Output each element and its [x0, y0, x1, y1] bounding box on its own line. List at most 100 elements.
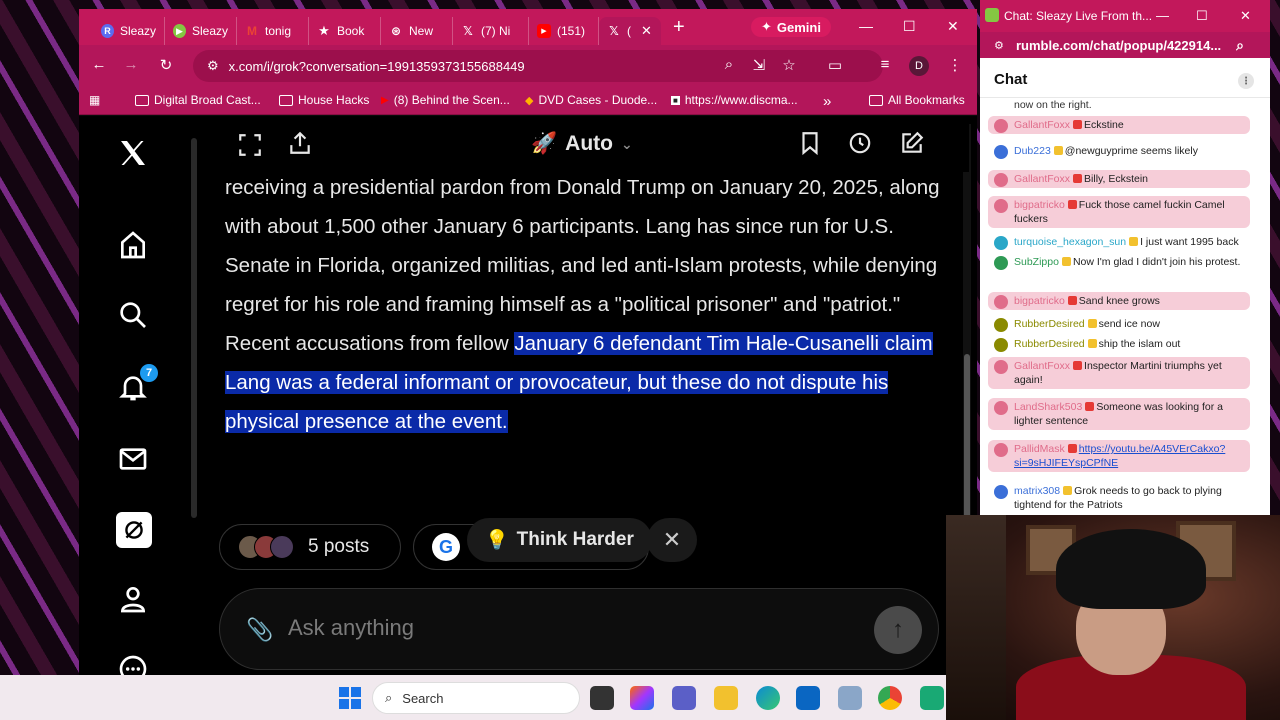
tab-x-notifications[interactable]: 𝕏 (7) Ni — [453, 17, 529, 45]
tab-sleazy-1[interactable]: R Sleazy — [93, 17, 165, 45]
more-circle-icon[interactable] — [116, 652, 150, 675]
reading-mode-icon[interactable]: ▭ — [825, 56, 845, 74]
zoom-icon[interactable]: ⌕ — [1236, 37, 1244, 54]
user-avatar[interactable] — [994, 256, 1008, 270]
user-avatar[interactable] — [994, 443, 1008, 457]
file-explorer-icon[interactable] — [714, 686, 738, 710]
page-scrollbar-thumb[interactable] — [964, 354, 970, 534]
app-icon[interactable] — [920, 686, 944, 710]
site-settings-icon[interactable]: ⚙ — [207, 58, 219, 74]
chat-username[interactable]: bigpatricko — [1014, 199, 1065, 211]
copilot-icon[interactable] — [630, 686, 654, 710]
tab-x-grok-active[interactable]: 𝕏 ( ✕ — [599, 17, 661, 45]
bookmark-digital-broadcast[interactable]: Digital Broad Cast... — [135, 93, 261, 107]
sidebar-scrollbar[interactable] — [191, 138, 197, 518]
close-window-icon[interactable]: ✕ — [1240, 8, 1251, 24]
user-avatar[interactable] — [994, 119, 1008, 133]
bookmarks-overflow-button[interactable]: » — [823, 93, 831, 110]
tab-gmail[interactable]: M tonig — [237, 17, 309, 45]
tab-youtube[interactable]: ▶ (151) — [529, 17, 599, 45]
bookmark-star-icon[interactable]: ☆ — [779, 56, 799, 74]
chat-message-list[interactable]: now on the right. GallantFoxx Eckstine Dub… — [988, 98, 1260, 515]
chat-username[interactable]: GallantFoxx — [1014, 173, 1070, 185]
chat-username[interactable]: Dub223 — [1014, 145, 1051, 157]
user-avatar[interactable] — [994, 360, 1008, 374]
chat-url-bar[interactable]: ⚙ rumble.com/chat/popup/422914... ⌕ — [980, 32, 1270, 58]
bookmark-dvd-cases[interactable]: ◆ DVD Cases - Duode... — [525, 93, 657, 107]
maximize-icon[interactable]: ☐ — [903, 18, 916, 35]
maximize-icon[interactable]: ☐ — [1196, 8, 1208, 24]
search-icon[interactable] — [116, 298, 150, 332]
chat-username[interactable]: SubZippo — [1014, 256, 1059, 268]
tab-bookmarks[interactable]: ★ Book — [309, 17, 381, 45]
user-avatar[interactable] — [994, 199, 1008, 213]
windows-start-icon[interactable] — [339, 687, 361, 709]
ask-composer[interactable]: 📎 Ask anything ↑ — [219, 588, 939, 670]
user-avatar[interactable] — [994, 485, 1008, 499]
x-logo-icon[interactable] — [116, 136, 150, 170]
close-tab-icon[interactable]: ✕ — [641, 23, 652, 39]
zoom-icon[interactable]: ⌕ — [719, 56, 739, 73]
user-avatar[interactable] — [994, 295, 1008, 309]
forward-icon[interactable]: → — [121, 56, 141, 73]
user-avatar[interactable] — [994, 173, 1008, 187]
chat-username[interactable]: PallidMask — [1014, 443, 1065, 455]
back-icon[interactable]: ← — [89, 56, 109, 73]
tab-sleazy-2[interactable]: ▶ Sleazy — [165, 17, 237, 45]
user-avatar[interactable] — [994, 338, 1008, 352]
install-app-icon[interactable]: ⇲ — [749, 56, 769, 74]
bookmark-behind-the-scenes[interactable]: ▶ (8) Behind the Scen... — [381, 93, 510, 107]
think-harder-button[interactable]: 💡 Think Harder — [467, 518, 652, 562]
taskbar-search-box[interactable]: ⌕ Search — [372, 682, 580, 714]
bookmark-discma[interactable]: ■ https://www.discma... — [671, 93, 798, 107]
chat-username[interactable]: bigpatricko — [1014, 295, 1065, 307]
notifications-bell-icon[interactable]: 7 — [116, 364, 158, 404]
tab-new[interactable]: ⊛ New — [381, 17, 453, 45]
menu-kebab-icon[interactable]: ⋮ — [945, 56, 965, 74]
apps-grid-icon[interactable]: ▦ — [89, 93, 100, 107]
profile-person-icon[interactable] — [116, 582, 150, 616]
messages-envelope-icon[interactable] — [116, 442, 150, 476]
profile-avatar[interactable]: D — [909, 56, 929, 76]
paperclip-attach-icon[interactable]: 📎 — [246, 617, 273, 643]
teams-icon[interactable] — [672, 686, 696, 710]
bookmark-house-hacks[interactable]: House Hacks — [279, 93, 369, 107]
reload-icon[interactable]: ↻ — [156, 56, 176, 74]
expand-icon[interactable] — [237, 132, 263, 163]
new-chat-edit-icon[interactable] — [899, 130, 925, 161]
close-window-icon[interactable]: ✕ — [947, 18, 959, 35]
minimize-icon[interactable]: — — [859, 18, 873, 34]
chat-username[interactable]: GallantFoxx — [1014, 119, 1070, 131]
store-icon[interactable] — [796, 686, 820, 710]
app-icon[interactable] — [838, 686, 862, 710]
grok-icon[interactable] — [116, 512, 152, 548]
chat-scrollbar[interactable] — [1260, 104, 1264, 514]
chat-username[interactable]: GallantFoxx — [1014, 360, 1070, 372]
chat-username[interactable]: matrix308 — [1014, 485, 1060, 497]
user-avatar[interactable] — [994, 145, 1008, 159]
user-avatar[interactable] — [994, 318, 1008, 332]
all-bookmarks-button[interactable]: All Bookmarks — [869, 93, 965, 107]
chat-options-icon[interactable]: ⋮ — [1238, 73, 1254, 89]
chat-username[interactable]: RubberDesired — [1014, 318, 1085, 330]
user-avatar[interactable] — [994, 236, 1008, 250]
new-tab-button[interactable]: + — [673, 17, 685, 37]
bookmark-icon[interactable] — [797, 130, 823, 161]
model-mode-selector[interactable]: 🚀 Auto ⌄ — [531, 132, 633, 156]
chat-username[interactable]: LandShark503 — [1014, 401, 1082, 413]
extensions-icon[interactable]: ≡ — [875, 56, 895, 73]
chrome-icon[interactable] — [878, 686, 902, 710]
edge-icon[interactable] — [756, 686, 780, 710]
home-icon[interactable] — [116, 228, 150, 262]
chat-username[interactable]: turquoise_hexagon_sun — [1014, 236, 1126, 248]
share-upload-icon[interactable] — [287, 130, 313, 161]
task-view-icon[interactable] — [590, 686, 614, 710]
gemini-button[interactable]: ✦ Gemini — [751, 17, 831, 37]
user-avatar[interactable] — [994, 401, 1008, 415]
send-arrow-button[interactable]: ↑ — [874, 606, 922, 654]
chat-username[interactable]: RubberDesired — [1014, 338, 1085, 350]
history-icon[interactable] — [847, 130, 873, 161]
posts-sources-chip[interactable]: 5 posts — [219, 524, 401, 570]
close-icon[interactable]: ✕ — [647, 518, 697, 562]
minimize-icon[interactable]: — — [1156, 8, 1169, 23]
